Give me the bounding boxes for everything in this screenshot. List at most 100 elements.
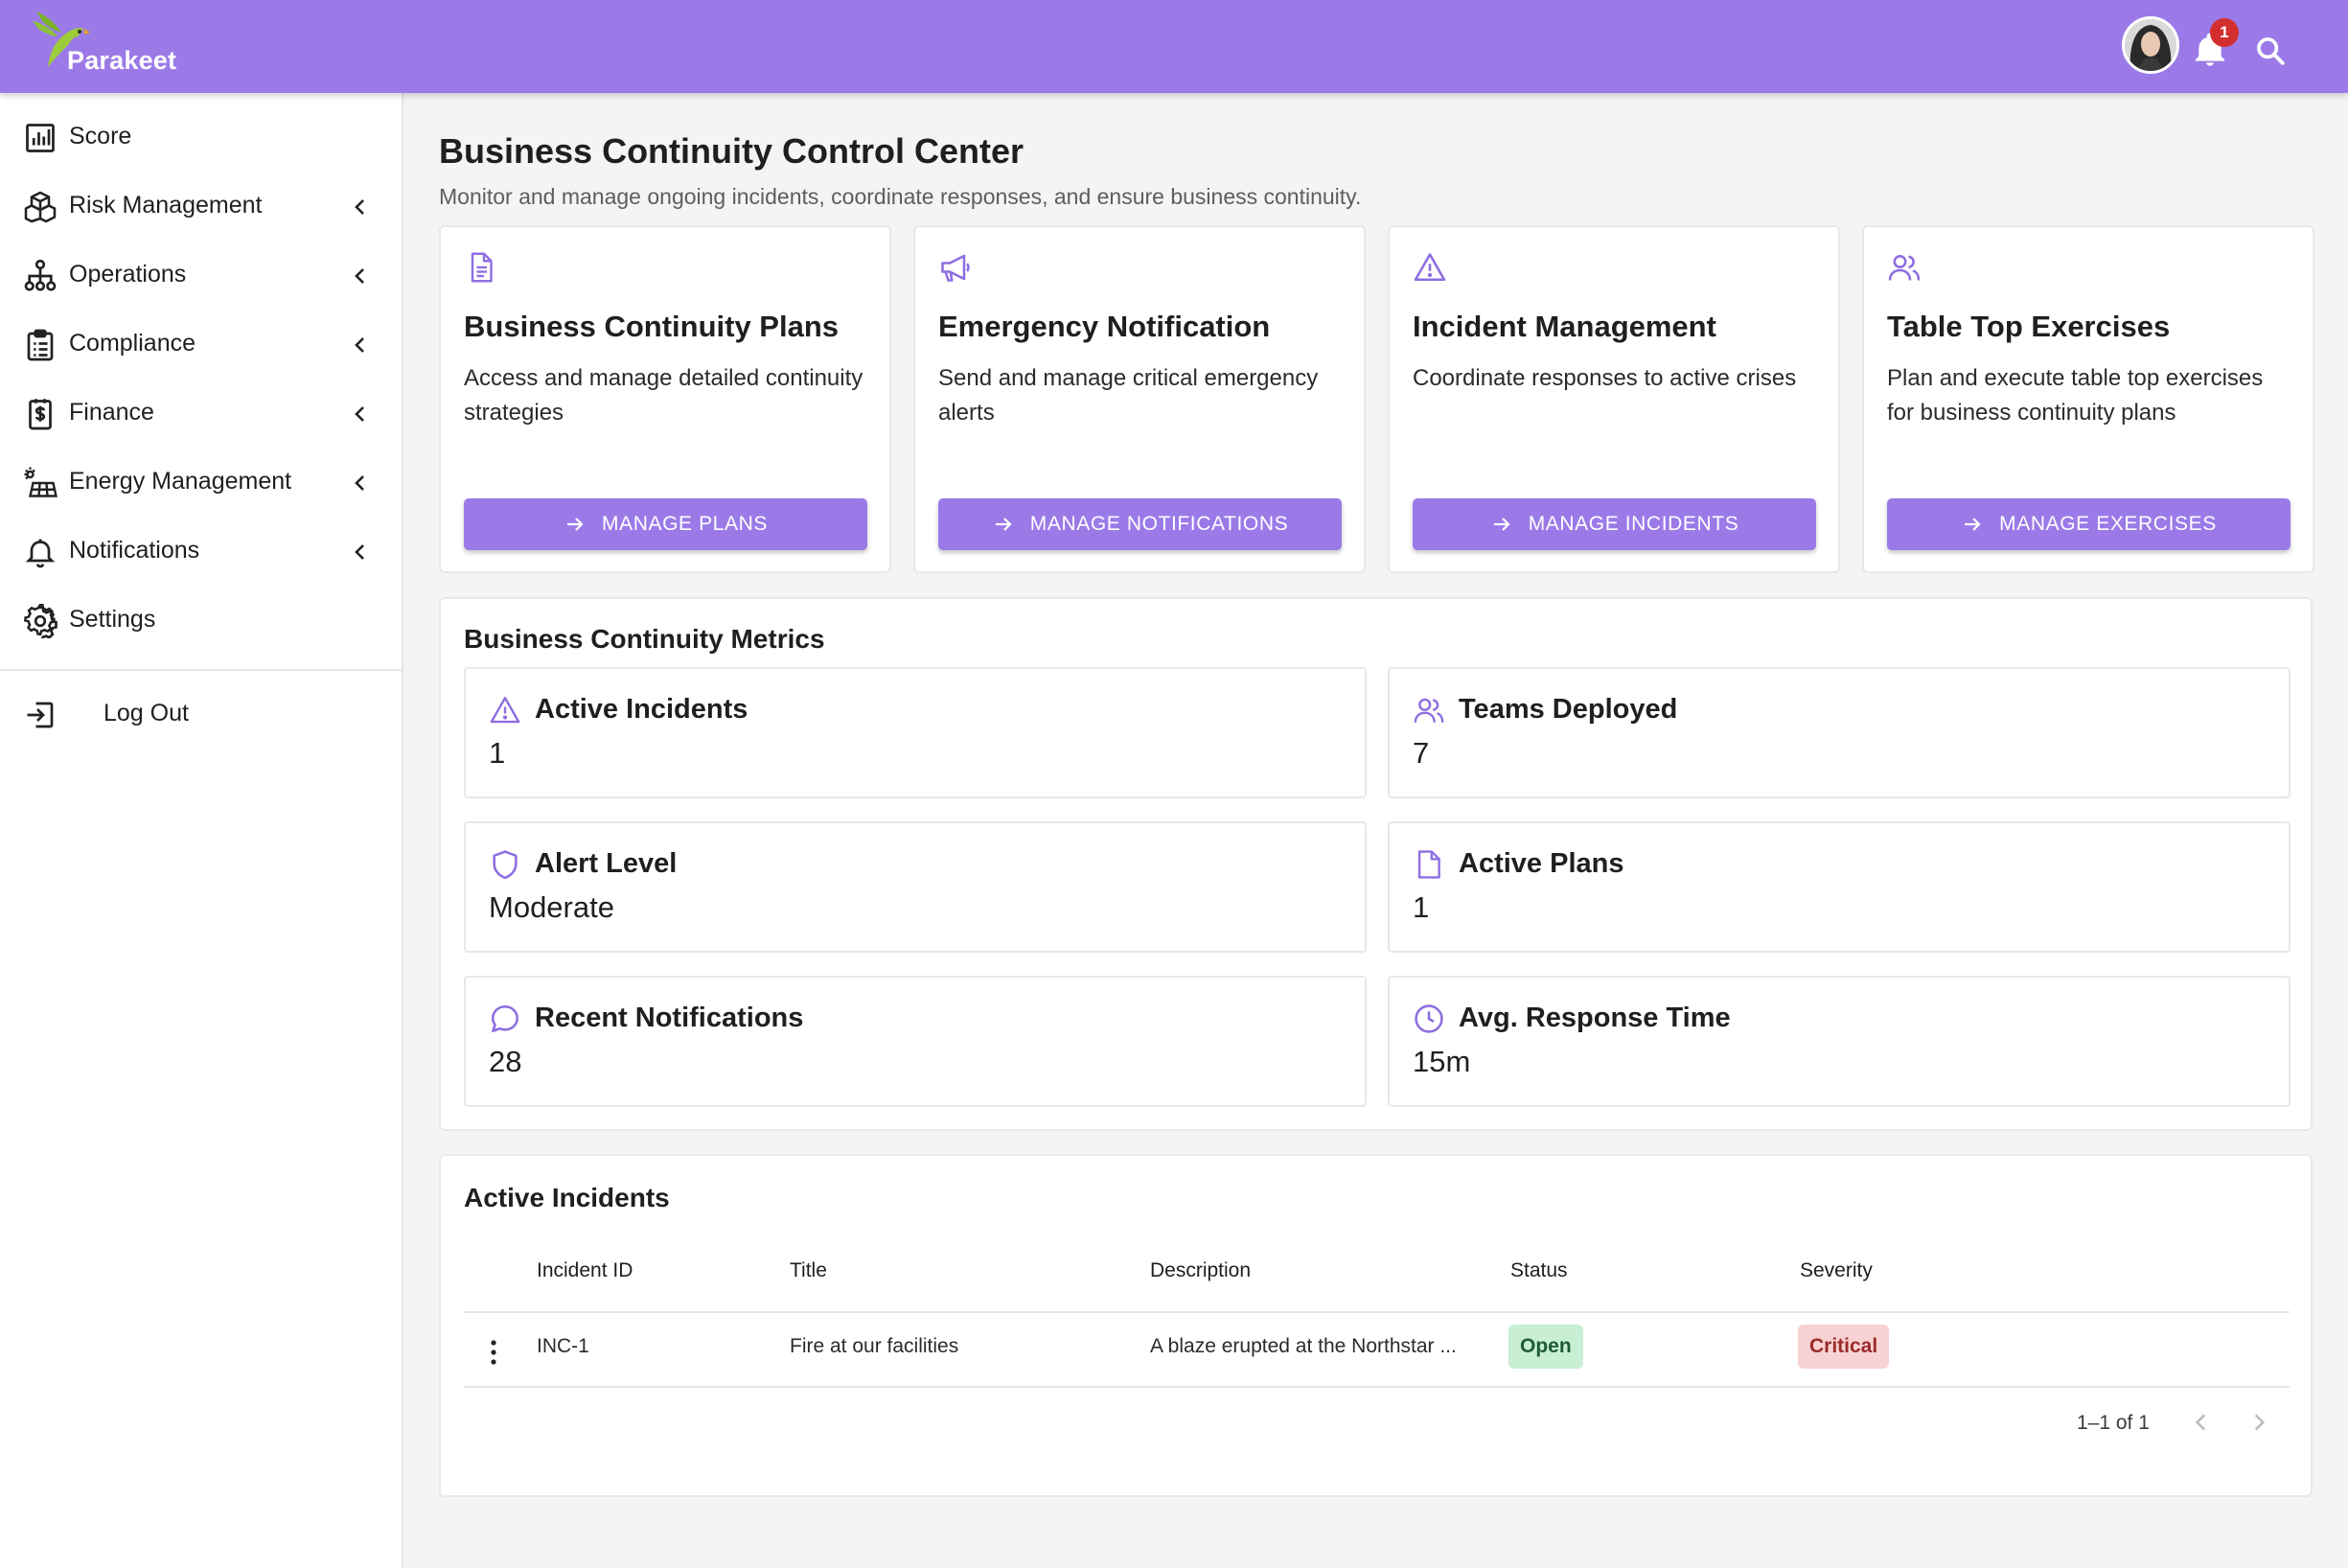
chevron-left-icon <box>355 268 364 284</box>
sidebar-item-notifications[interactable]: Notifications <box>0 519 402 585</box>
logout-button[interactable]: Log Out <box>0 682 402 748</box>
sidebar-item-label: Energy Management <box>69 468 292 495</box>
page-subtitle: Monitor and manage ongoing incidents, co… <box>439 184 1362 209</box>
metric-alert-level: Alert Level Moderate <box>464 821 1367 953</box>
column-header-severity[interactable]: Severity <box>1800 1259 1873 1282</box>
button-label: Manage Incidents <box>1528 513 1739 535</box>
button-label: Manage Notifications <box>1029 513 1289 535</box>
sidebar-item-label: Risk Management <box>69 192 263 219</box>
manage-plans-button[interactable]: Manage Plans <box>464 498 867 550</box>
sidebar-item-label: Operations <box>69 261 187 288</box>
incidents-title: Active Incidents <box>464 1183 670 1212</box>
sidebar-item-label: Finance <box>69 399 154 426</box>
metrics-panel: Business Continuity Metrics Active Incid… <box>439 597 2313 1131</box>
cell-title: Fire at our facilities <box>790 1335 959 1357</box>
notification-count-badge: 1 <box>2210 18 2239 47</box>
sidebar-item-operations[interactable]: Operations <box>0 243 402 309</box>
manage-exercises-button[interactable]: Manage Exercises <box>1887 498 2290 550</box>
bell-icon <box>25 539 56 568</box>
sidebar-item-finance[interactable]: Finance <box>0 381 402 447</box>
metric-value: 15m <box>1413 1045 1471 1078</box>
avatar-portrait-icon <box>2125 19 2176 71</box>
metric-value: Moderate <box>489 890 614 924</box>
pagination-range: 1–1 of 1 <box>2077 1412 2150 1434</box>
metric-label: Alert Level <box>535 848 678 879</box>
feature-card-description: Plan and execute table top exercises for… <box>1887 365 2264 426</box>
metric-value: 28 <box>489 1045 522 1078</box>
sidebar-item-label: Notifications <box>69 537 200 564</box>
document-icon <box>471 252 493 283</box>
arrow-right-icon <box>567 518 584 531</box>
cell-description: A blaze erupted at the Northstar ... <box>1150 1335 1457 1357</box>
column-header-incident-id[interactable]: Incident ID <box>537 1259 633 1282</box>
metric-active-plans: Active Plans 1 <box>1388 821 2290 953</box>
feature-card-emergency-notification: Emergency Notification Send and manage c… <box>913 225 1366 573</box>
feature-card-continuity-plans: Business Continuity Plans Access and man… <box>439 225 891 573</box>
arrow-right-icon <box>995 518 1012 531</box>
chevron-left-icon <box>355 406 364 422</box>
chevron-left-icon <box>355 544 364 560</box>
manage-notifications-button[interactable]: Manage Notifications <box>938 498 1342 550</box>
megaphone-icon <box>941 254 970 282</box>
cubes-icon <box>24 191 57 223</box>
warning-triangle-icon <box>1414 253 1446 282</box>
solar-panel-icon <box>24 467 58 497</box>
button-label: Manage Exercises <box>1999 513 2217 535</box>
chevron-left-icon <box>355 475 364 491</box>
arrow-right-icon <box>1965 518 1981 531</box>
metric-label: Active Plans <box>1459 848 1624 879</box>
chevron-left-icon <box>355 337 364 353</box>
page-title: Business Continuity Control Center <box>439 131 1024 171</box>
user-avatar[interactable] <box>2122 16 2179 74</box>
arrow-right-icon <box>1493 518 1510 531</box>
clipboard-list-icon <box>27 329 54 361</box>
shield-icon <box>493 850 518 880</box>
sidebar-item-energy-management[interactable]: Energy Management <box>0 450 402 516</box>
sidebar-item-settings[interactable]: Settings <box>0 588 402 654</box>
feature-card-description: Access and manage detailed continuity st… <box>464 365 863 426</box>
feature-card-description: Send and manage critical emergency alert… <box>938 365 1319 426</box>
org-tree-icon <box>24 259 57 291</box>
feature-card-description: Coordinate responses to active crises <box>1413 365 1797 391</box>
table-header-divider <box>464 1311 2290 1313</box>
dollar-receipt-icon <box>29 399 52 430</box>
feature-card-title: Business Continuity Plans <box>464 310 840 343</box>
next-page-icon[interactable] <box>2246 1410 2271 1435</box>
chevron-left-icon <box>355 199 364 215</box>
manage-incidents-button[interactable]: Manage Incidents <box>1413 498 1816 550</box>
column-header-description[interactable]: Description <box>1150 1259 1251 1282</box>
severity-badge: Critical <box>1798 1325 1890 1369</box>
metric-active-incidents: Active Incidents 1 <box>464 667 1367 798</box>
metric-label: Active Incidents <box>535 694 748 725</box>
search-icon[interactable] <box>2254 35 2287 67</box>
more-vertical-icon[interactable] <box>489 1338 498 1367</box>
metric-avg-response-time: Avg. Response Time 15m <box>1388 976 2290 1107</box>
sidebar-item-label: Score <box>69 123 132 150</box>
logout-label: Log Out <box>104 700 189 726</box>
feature-card-incident-management: Incident Management Coordinate responses… <box>1388 225 1840 573</box>
sidebar-item-score[interactable]: Score <box>0 105 402 171</box>
column-header-title[interactable]: Title <box>790 1259 827 1282</box>
sidebar-item-compliance[interactable]: Compliance <box>0 312 402 378</box>
document-icon <box>1417 850 1440 879</box>
metric-label: Recent Notifications <box>535 1003 804 1033</box>
app-logo[interactable]: Parakeet <box>29 8 192 84</box>
button-label: Manage Plans <box>602 513 768 535</box>
previous-page-icon[interactable] <box>2189 1410 2214 1435</box>
status-badge: Open <box>1508 1325 1583 1369</box>
metrics-title: Business Continuity Metrics <box>464 624 825 654</box>
chat-bubble-icon <box>491 1004 519 1033</box>
metric-label: Avg. Response Time <box>1459 1003 1731 1033</box>
app-name: Parakeet <box>67 46 177 75</box>
table-row-divider <box>464 1386 2290 1388</box>
users-icon <box>1888 255 1921 281</box>
metric-value: 1 <box>489 736 506 770</box>
feature-card-title: Emergency Notification <box>938 310 1271 343</box>
logout-icon <box>27 702 54 728</box>
gear-icon <box>24 604 58 638</box>
column-header-status[interactable]: Status <box>1510 1259 1568 1282</box>
sidebar-item-risk-management[interactable]: Risk Management <box>0 174 402 240</box>
metric-value: 1 <box>1413 890 1430 924</box>
sidebar: Score Risk Management Operations Complia… <box>0 93 403 1568</box>
top-app-bar: Parakeet 1 <box>0 0 2348 93</box>
